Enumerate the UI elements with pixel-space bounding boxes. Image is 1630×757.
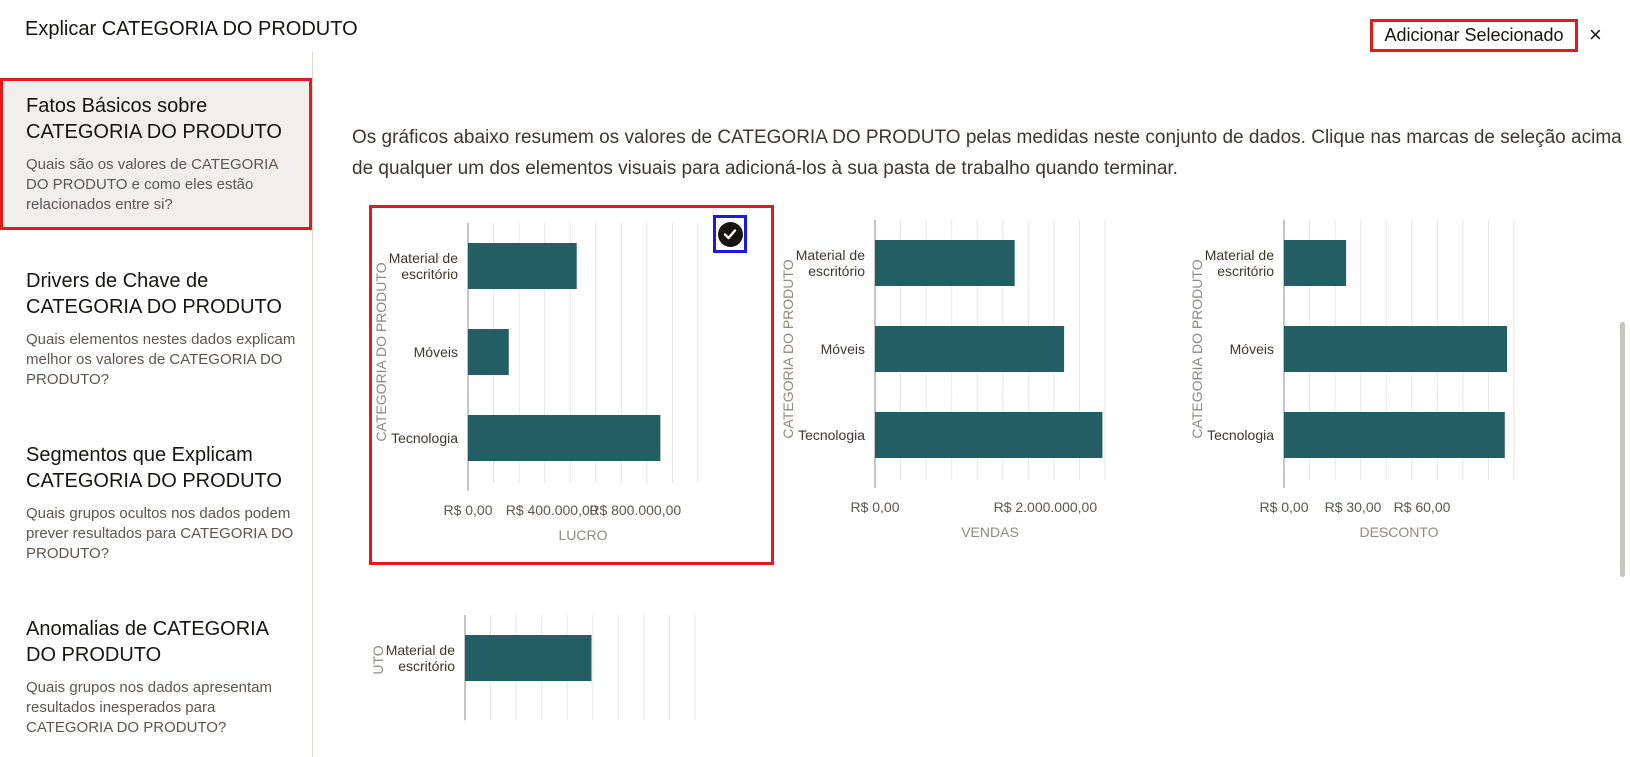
bar bbox=[875, 412, 1103, 458]
tick-label: R$ 800.000,00 bbox=[589, 502, 681, 518]
chart-desconto: Material de escritório Móveis Tecnologia CAT… bbox=[1188, 205, 1593, 565]
sidebar-item-key-drivers[interactable]: Drivers de Chave de CATEGORIA DO PRODUTO… bbox=[0, 256, 312, 402]
intro-text: Os gráficos abaixo resumem os valores de… bbox=[352, 127, 1622, 179]
tick-label: R$ 2.000.000,00 bbox=[994, 499, 1098, 515]
chart-lucro: Material de escritório Móveis Tecnologia CAT… bbox=[369, 205, 774, 565]
sidebar-item-anomalies[interactable]: Anomalias de CATEGORIA DO PRODUTO Quais … bbox=[0, 604, 312, 750]
category-label: Material de escritório bbox=[389, 250, 458, 282]
category-label: Móveis bbox=[1230, 341, 1274, 357]
category-label: Móveis bbox=[414, 344, 458, 360]
sidebar-item-title: Fatos Básicos sobre CATEGORIA DO PRODUTO bbox=[26, 95, 282, 143]
chart-svg: Material de escritório Móveis TecnologiaCAT… bbox=[373, 223, 699, 543]
bar bbox=[468, 329, 509, 375]
tick-label: R$ 0,00 bbox=[850, 499, 899, 515]
category-label: Tecnologia bbox=[1207, 427, 1274, 443]
dialog-title: Explicar CATEGORIA DO PRODUTO bbox=[25, 18, 358, 40]
sidebar: Fatos Básicos sobre CATEGORIA DO PRODUTO… bbox=[0, 52, 313, 757]
bar bbox=[875, 326, 1065, 372]
sidebar-item-title: Drivers de Chave de CATEGORIA DO PRODUTO bbox=[26, 270, 282, 318]
select-chart-checkbox[interactable] bbox=[713, 215, 747, 253]
sidebar-item-basic-facts[interactable]: Fatos Básicos sobre CATEGORIA DO PRODUTO… bbox=[0, 78, 312, 230]
tick-label: R$ 400.000,00 bbox=[506, 502, 598, 518]
sidebar-item-title: Segmentos que Explicam CATEGORIA DO PROD… bbox=[26, 444, 282, 492]
bar bbox=[468, 243, 577, 289]
tick-label: R$ 0,00 bbox=[1259, 499, 1308, 515]
y-axis-title: CATEGORIA DO PRODUTO bbox=[780, 259, 796, 438]
sidebar-item-desc: Quais elementos nestes dados explicam me… bbox=[26, 331, 296, 388]
category-label: Tecnologia bbox=[798, 427, 865, 443]
scrollbar[interactable] bbox=[1620, 322, 1625, 577]
tick-label: R$ 0,00 bbox=[443, 502, 492, 518]
x-axis-title: LUCRO bbox=[558, 527, 607, 543]
chart-vendas: Material de escritório Móveis Tecnologia CAT… bbox=[779, 205, 1184, 565]
y-axis-title: CATEGORIA DO PRODUTO bbox=[373, 262, 389, 441]
x-axis-title: DESCONTO bbox=[1359, 524, 1438, 540]
chart-svg: Material de escritórioUTO bbox=[370, 615, 696, 721]
sidebar-item-segments[interactable]: Segmentos que Explicam CATEGORIA DO PROD… bbox=[0, 430, 312, 576]
checkmark-icon bbox=[717, 221, 743, 247]
chart-svg: Material de escritório Móveis TecnologiaCAT… bbox=[780, 220, 1106, 540]
x-axis-title: VENDAS bbox=[961, 524, 1019, 540]
chart-svg: Material de escritório Móveis TecnologiaCAT… bbox=[1189, 220, 1515, 540]
sidebar-item-title: Anomalias de CATEGORIA DO PRODUTO bbox=[26, 618, 268, 666]
category-label: Material de escritório bbox=[796, 247, 865, 279]
sidebar-item-desc: Quais grupos ocultos nos dados podem pre… bbox=[26, 505, 294, 562]
tick-label: R$ 60,00 bbox=[1394, 499, 1451, 515]
sidebar-item-desc: Quais são os valores de CATEGORIA DO PRO… bbox=[26, 156, 278, 213]
bar bbox=[468, 415, 661, 461]
category-label: Móveis bbox=[821, 341, 865, 357]
category-label: Tecnologia bbox=[391, 430, 458, 446]
y-axis-title: UTO bbox=[370, 645, 386, 674]
category-label: Material de escritório bbox=[386, 642, 455, 674]
bar bbox=[875, 240, 1015, 286]
bar bbox=[1284, 326, 1508, 372]
tick-label: R$ 30,00 bbox=[1325, 499, 1382, 515]
bar bbox=[465, 635, 592, 681]
chart-partial: Material de escritório UTO bbox=[369, 600, 774, 757]
bar bbox=[1284, 240, 1347, 286]
sidebar-item-desc: Quais grupos nos dados apresentam result… bbox=[26, 679, 272, 736]
category-label: Material de escritório bbox=[1205, 247, 1274, 279]
close-icon[interactable]: × bbox=[1589, 22, 1602, 48]
bar bbox=[1284, 412, 1505, 458]
y-axis-title: CATEGORIA DO PRODUTO bbox=[1189, 259, 1205, 438]
add-selected-button[interactable]: Adicionar Selecionado bbox=[1370, 19, 1578, 52]
